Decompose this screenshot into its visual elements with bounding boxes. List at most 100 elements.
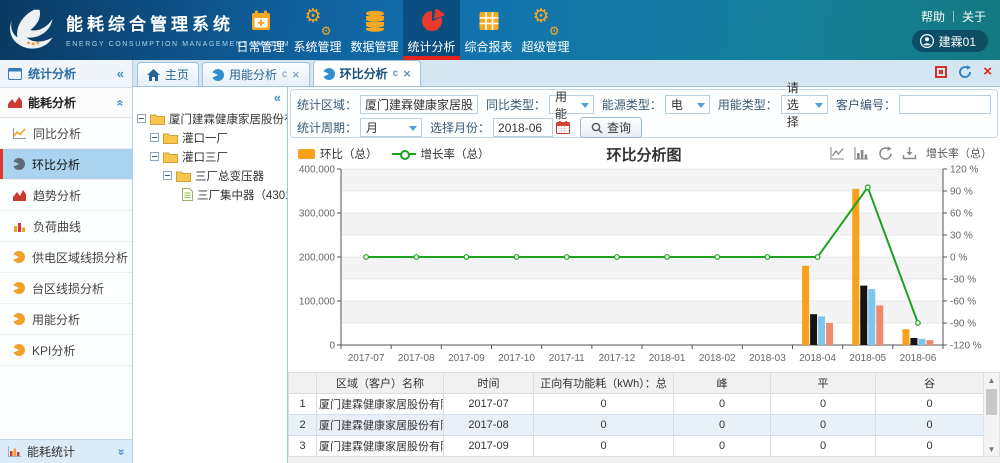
svg-text:-90 %: -90 %: [950, 319, 976, 330]
svg-text:60 %: 60 %: [950, 209, 973, 220]
vertical-scrollbar[interactable]: ▲ ▼: [983, 372, 1000, 457]
pie-chart-icon: [13, 282, 25, 294]
tree-node[interactable]: 灌口一厂: [137, 128, 288, 147]
legend-item-growth[interactable]: 增长率（总）: [392, 146, 490, 162]
nav-item-data[interactable]: 数据管理: [346, 0, 403, 60]
tree-node[interactable]: 厦门建霖健康家居股份有限公司: [137, 109, 288, 128]
sidebar-item-taiqu-xiansun[interactable]: 台区线损分析: [0, 273, 132, 304]
restore-window-icon[interactable]: [935, 66, 947, 78]
download-tool-icon[interactable]: [902, 146, 917, 160]
tab-refresh-icon[interactable]: [393, 68, 399, 79]
table-row[interactable]: 1 厦门建霖健康家居股份有限公司 2017-07 0 0 0 0: [289, 394, 984, 415]
tree-collapse-box-icon[interactable]: [150, 152, 159, 161]
data-table-section: 区域（客户）名称 时间 正向有功能耗（kWh）：总 峰 平 谷 1 厦门建霖健康…: [288, 372, 1000, 463]
tab-close-icon[interactable]: [403, 69, 411, 79]
svg-text:-60 %: -60 %: [950, 297, 976, 308]
pie-chart-icon: [323, 68, 335, 80]
tree-collapse-icon[interactable]: [274, 90, 281, 105]
chart-toolbox: 增长率（总）: [830, 145, 992, 161]
month-input[interactable]: [493, 118, 553, 137]
svg-text:2018-05: 2018-05: [849, 353, 886, 364]
energy-type-select[interactable]: 电: [665, 95, 710, 114]
sidebar-item-fuhe[interactable]: 负荷曲线: [0, 211, 132, 242]
database-icon: [363, 7, 387, 35]
sidebar-item-gongdian-xiansun[interactable]: 供电区域线损分析: [0, 242, 132, 273]
compare-type-select[interactable]: 用能: [549, 95, 594, 114]
svg-text:2018-03: 2018-03: [749, 353, 786, 364]
line-chart-icon: [13, 128, 26, 139]
bar-chart-tool-icon[interactable]: [854, 146, 869, 160]
area-chart-icon: [8, 97, 22, 108]
tree-collapse-box-icon[interactable]: [163, 171, 172, 180]
table-row[interactable]: 2 厦门建霖健康家居股份有限公司 2017-08 0 0 0 0: [289, 415, 984, 436]
sidebar-item-yongneng[interactable]: 用能分析: [0, 304, 132, 335]
folder-icon: [163, 132, 178, 144]
sidebar-footer-energy-stats[interactable]: 能耗统计: [0, 439, 132, 463]
pie-chart-icon: [13, 344, 25, 356]
tree-node[interactable]: 三厂总变压器: [137, 166, 288, 185]
legend-swatch: [392, 153, 416, 155]
sidebar-item-qushi[interactable]: 趋势分析: [0, 180, 132, 211]
scroll-down-icon[interactable]: ▼: [984, 442, 999, 456]
sidebar-item-tongbi[interactable]: 同比分析: [0, 118, 132, 149]
nav-item-super[interactable]: 超级管理: [517, 0, 574, 60]
area-chart-icon: [13, 190, 26, 201]
tab-home[interactable]: 主页: [137, 62, 199, 86]
customer-no-input[interactable]: [899, 95, 991, 114]
usage-type-select[interactable]: 请选择: [781, 95, 828, 114]
tree-node-leaf[interactable]: 三厂集中器（4301003: [137, 185, 288, 204]
sidebar: 统计分析 能耗分析 同比分析 环比分析 趋势分析 负荷曲线 供电区域线损分析 台…: [0, 60, 133, 463]
pie-chart-icon: [13, 158, 25, 170]
help-link[interactable]: 帮助: [921, 8, 945, 25]
sidebar-panel-title: 统计分析: [28, 65, 117, 82]
tree-collapse-box-icon[interactable]: [137, 114, 146, 123]
svg-text:2017-11: 2017-11: [549, 353, 585, 364]
document-icon: [182, 188, 193, 201]
tree-node[interactable]: 灌口三厂: [137, 147, 288, 166]
sidebar-item-huanbi[interactable]: 环比分析: [0, 149, 132, 180]
tab-refresh-icon[interactable]: [282, 69, 287, 80]
tree-collapse-box-icon[interactable]: [150, 133, 159, 142]
data-table: 区域（客户）名称 时间 正向有功能耗（kWh）：总 峰 平 谷 1 厦门建霖健康…: [288, 372, 984, 457]
calendar-icon[interactable]: [556, 121, 570, 134]
about-link[interactable]: 关于: [962, 8, 986, 25]
svg-text:400,000: 400,000: [299, 165, 336, 176]
sidebar-item-kpi[interactable]: KPI分析: [0, 335, 132, 366]
svg-text:300,000: 300,000: [299, 209, 336, 220]
sidebar-collapse-icon[interactable]: [117, 66, 124, 81]
line-chart-tool-icon[interactable]: [830, 146, 845, 160]
search-button[interactable]: 查询: [580, 117, 642, 138]
period-select[interactable]: 月: [360, 118, 422, 137]
scrollbar-thumb[interactable]: [986, 389, 997, 415]
svg-text:-30 %: -30 %: [950, 275, 976, 286]
svg-text:100,000: 100,000: [299, 297, 336, 308]
horizontal-scrollbar[interactable]: [288, 457, 1000, 463]
nav-item-system[interactable]: 系统管理: [289, 0, 346, 60]
region-input[interactable]: [360, 95, 478, 114]
chevron-down-icon: [581, 103, 589, 108]
folder-icon: [163, 151, 178, 163]
tab-close-icon[interactable]: [292, 70, 300, 80]
tab-huanbi-fenxi[interactable]: 环比分析: [313, 60, 421, 86]
scroll-up-icon[interactable]: ▲: [984, 373, 999, 387]
svg-text:90 %: 90 %: [950, 187, 973, 198]
folder-icon: [150, 113, 165, 125]
nav-item-statistics[interactable]: 统计分析: [403, 0, 460, 60]
restore-tool-icon[interactable]: [878, 146, 893, 161]
legend-item-huanbi[interactable]: 环比（总）: [298, 146, 378, 162]
collapse-up-icon[interactable]: [114, 99, 128, 106]
table-row[interactable]: 3 厦门建霖健康家居股份有限公司 2017-09 0 0 0 0: [289, 436, 984, 457]
nav-item-daily[interactable]: 日常管理: [232, 0, 289, 60]
content-panel: 统计区域： 同比类型： 用能 能源类型： 电 用能类型： 请选择 客户编号： 统…: [288, 87, 1000, 463]
top-nav: 日常管理 系统管理 数据管理 统计分析 综合报表 超级管理: [232, 0, 574, 60]
calendar-icon: [249, 7, 273, 35]
close-icon[interactable]: [983, 66, 992, 78]
sidebar-group-energy-analysis[interactable]: 能耗分析: [0, 88, 132, 118]
expand-down-icon[interactable]: [114, 448, 128, 455]
svg-text:2018-02: 2018-02: [699, 353, 736, 364]
nav-item-reports[interactable]: 综合报表: [460, 0, 517, 60]
user-menu[interactable]: 建霖01: [912, 30, 988, 52]
svg-text:-120 %: -120 %: [950, 341, 982, 352]
tab-yongneng-fenxi[interactable]: 用能分析: [202, 62, 310, 86]
refresh-icon[interactable]: [958, 65, 972, 79]
